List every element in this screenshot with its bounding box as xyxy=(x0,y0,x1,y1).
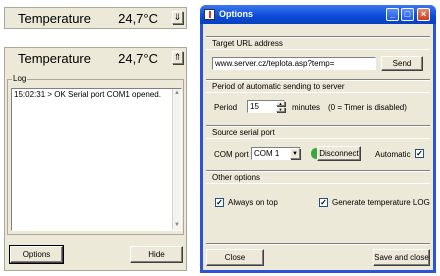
scroll-down-arrow-icon[interactable]: ▼ xyxy=(173,221,181,230)
automatic-label: Automatic xyxy=(375,150,411,159)
minimize-icon[interactable]: _ xyxy=(386,8,399,21)
log-group-title: Log xyxy=(12,74,28,83)
log-group: Log 15:02:31 > OK Serial port COM1 opene… xyxy=(7,74,184,235)
url-section-title: Target URL address xyxy=(212,39,283,48)
app-icon xyxy=(204,9,215,20)
chevron-down-icon[interactable]: ▼ xyxy=(290,148,300,159)
title-bar[interactable]: Options _ □ × xyxy=(200,5,436,24)
generate-log-checkbox[interactable]: ✓ xyxy=(319,198,328,207)
serial-section-header: Source serial port xyxy=(206,125,430,139)
spin-up-icon[interactable]: ▲ xyxy=(276,101,285,106)
bottom-divider xyxy=(206,243,430,245)
options-button[interactable]: Options xyxy=(9,245,64,264)
temperature-widget-expanded: Temperature 24,7°C ⇑ Log 15:02:31 > OK S… xyxy=(4,47,187,271)
url-input[interactable]: www.server.cz/teplota.asp?temp= xyxy=(212,57,376,70)
period-section-title: Period of automatic sending to server xyxy=(212,82,345,91)
send-button[interactable]: Send xyxy=(381,56,423,71)
spin-down-icon[interactable]: ▼ xyxy=(276,107,285,112)
period-hint: (0 = Timer is disabled) xyxy=(328,103,407,112)
period-section-header: Period of automatic sending to server xyxy=(206,79,430,93)
url-section-header: Target URL address xyxy=(206,36,430,50)
maximize-icon[interactable]: □ xyxy=(401,8,414,21)
scroll-up-arrow-icon[interactable]: ▲ xyxy=(173,89,181,98)
save-and-close-button[interactable]: Save and close xyxy=(373,249,430,266)
temperature-label: Temperature xyxy=(18,11,91,26)
log-textarea[interactable]: 15:02:31 > OK Serial port COM1 opened. ▲… xyxy=(11,88,182,231)
period-label: Period xyxy=(214,103,238,112)
com-port-value: COM 1 xyxy=(254,149,280,158)
options-body: Target URL address www.server.cz/teplota… xyxy=(203,24,433,270)
generate-log-label: Generate temperature LOG xyxy=(332,198,430,207)
window-title: Options xyxy=(219,9,253,19)
always-on-top-checkbox[interactable]: ✓ xyxy=(215,198,224,207)
serial-section-title: Source serial port xyxy=(212,128,275,137)
automatic-checkbox[interactable]: ✓ xyxy=(415,149,424,158)
temperature-value: 24,7°C xyxy=(118,11,158,26)
other-section-title: Other options xyxy=(212,173,261,182)
options-window: Options _ □ × Target URL address www.ser… xyxy=(200,5,436,273)
period-unit: minutes xyxy=(292,103,321,112)
other-section-header: Other options xyxy=(206,170,430,184)
com-port-label: COM port xyxy=(214,150,249,159)
close-icon[interactable]: × xyxy=(417,8,430,21)
expanded-header: Temperature 24,7°C ⇑ xyxy=(5,48,186,70)
period-spinner[interactable]: ▲ ▼ xyxy=(276,101,285,112)
log-scrollbar[interactable]: ▲ ▼ xyxy=(172,89,181,230)
always-on-top-label: Always on top xyxy=(228,198,278,207)
temperature-value: 24,7°C xyxy=(118,51,158,66)
collapse-toggle-button[interactable]: ⇑ xyxy=(172,51,183,64)
hide-button[interactable]: Hide xyxy=(130,246,183,263)
expand-toggle-button[interactable]: ⇓ xyxy=(172,11,183,24)
disconnect-button[interactable]: Disconnect xyxy=(317,146,361,161)
log-entry: 15:02:31 > OK Serial port COM1 opened. xyxy=(14,90,161,99)
temperature-widget-collapsed: Temperature 24,7°C ⇓ xyxy=(4,7,187,29)
com-port-select[interactable]: COM 1 ▼ xyxy=(251,147,301,160)
close-button[interactable]: Close xyxy=(206,249,264,266)
temperature-label: Temperature xyxy=(18,51,91,66)
